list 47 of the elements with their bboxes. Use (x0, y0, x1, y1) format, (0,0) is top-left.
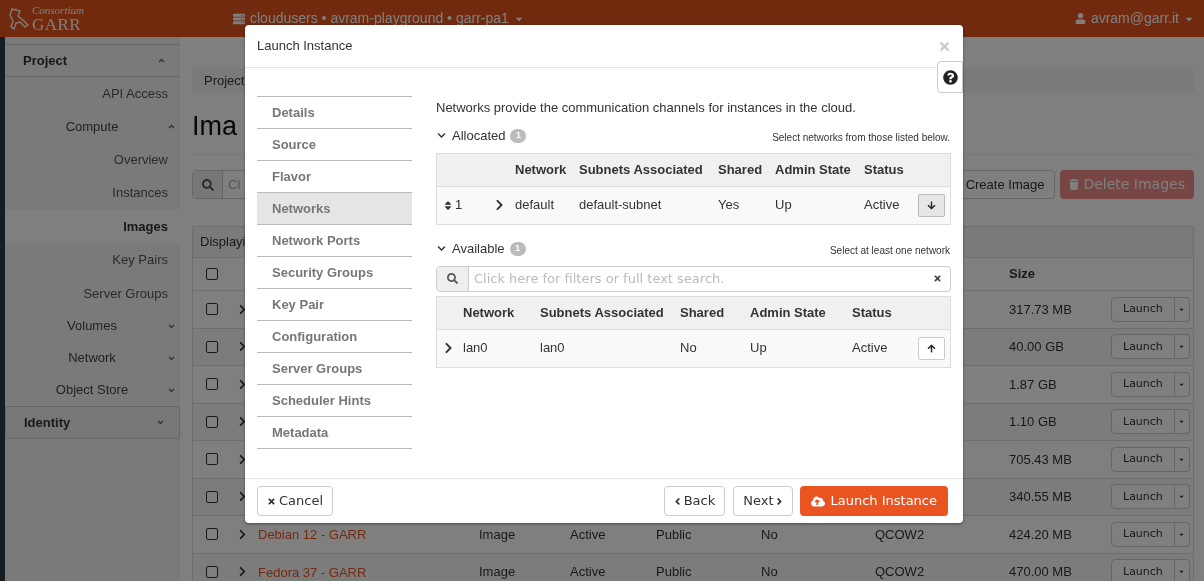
column-header: Network (515, 160, 568, 179)
table-cell: QCOW2 (875, 564, 925, 579)
column-header: Admin State (750, 303, 827, 322)
table-cell: 705.43 MB (1009, 451, 1072, 467)
table-cell: Image (479, 564, 516, 579)
table-cell-text: Active (852, 339, 889, 358)
table-cell: 1.10 GB (1009, 414, 1057, 429)
table-cell: 470.00 MB (1009, 564, 1072, 579)
table-cell: Active (570, 526, 606, 542)
table-cell: Public (656, 564, 692, 579)
table-cell: Public (656, 526, 692, 542)
table-cell-text: Yes (718, 196, 741, 215)
table-cell-text: Up (750, 339, 768, 358)
column-header: Network (463, 303, 516, 322)
count-badge: 1 (510, 128, 527, 143)
table-cell: 1.87 GB (1009, 376, 1057, 392)
table-cell-text: default-subnet (579, 196, 663, 215)
column-header: Subnets Associated (540, 303, 665, 322)
column-header: Size (1008, 265, 1036, 284)
logo-text: GARR (32, 15, 82, 33)
order-number: 1 (455, 196, 463, 215)
column-header: Shared (718, 160, 764, 179)
column-header: Admin State (775, 160, 852, 179)
table-cell-text: lan0 (540, 339, 566, 358)
table-cell: Active (570, 564, 606, 579)
table-cell-text: Active (864, 196, 901, 215)
dialog-title: Launch Instance (257, 37, 354, 56)
column-header: Status (852, 303, 893, 322)
table-cell: Image (479, 526, 516, 542)
hint-text: Select networks from those listed below. (772, 130, 950, 145)
table-cell-text: No (680, 339, 698, 358)
count-badge: 1 (509, 241, 526, 256)
column-header: Subnets Associated (579, 160, 704, 179)
table-cell-text: lan0 (463, 339, 489, 358)
logo-subtitle: Consortium (32, 4, 84, 16)
table-cell: 317.73 MB (1009, 301, 1072, 317)
table-cell-text: Up (775, 196, 793, 215)
table-cell: No (761, 564, 778, 579)
table-cell-text: default (515, 196, 556, 215)
hint-text: Select at least one network (829, 243, 950, 258)
table-cell: No (761, 526, 778, 542)
column-header: Shared (680, 303, 726, 322)
table-cell: 340.55 MB (1009, 489, 1072, 504)
table-cell: 424.20 MB (1009, 526, 1072, 542)
table-cell: 40.00 GB (1009, 339, 1064, 354)
table-cell: QCOW2 (875, 526, 925, 542)
column-header: Status (864, 160, 905, 179)
